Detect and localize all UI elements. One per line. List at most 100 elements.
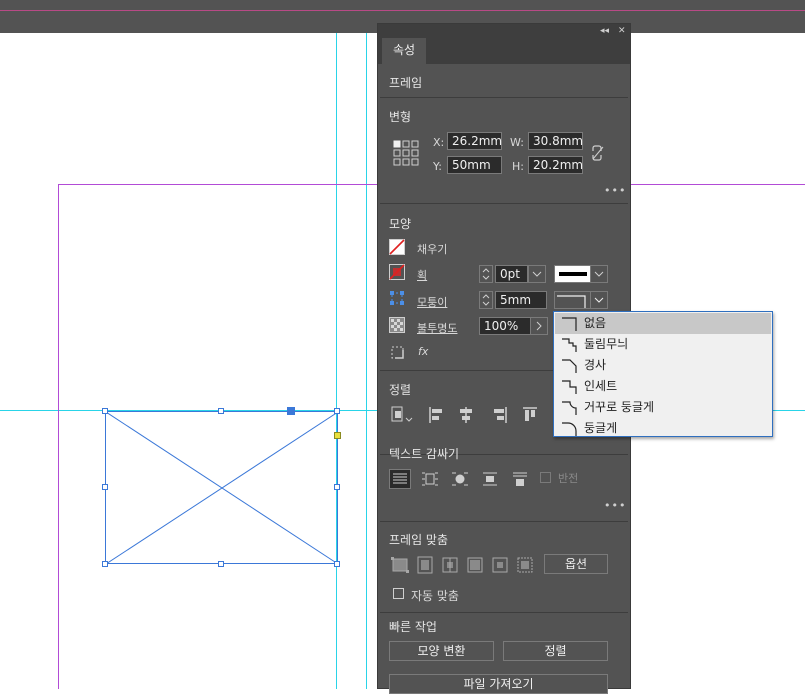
wrap-around-object-shape-icon[interactable] bbox=[451, 470, 469, 488]
panel-tab-bar: 속성 bbox=[378, 38, 630, 64]
corner-shape-field[interactable] bbox=[554, 291, 591, 309]
bleed-line bbox=[0, 10, 805, 11]
fill-swatch-icon[interactable] bbox=[389, 239, 405, 255]
invert-checkbox[interactable] bbox=[540, 472, 551, 483]
jump-object-icon[interactable] bbox=[481, 470, 499, 488]
section-divider bbox=[380, 612, 628, 613]
resize-handle-right[interactable] bbox=[334, 484, 340, 490]
fill-frame-proportionally-icon[interactable] bbox=[391, 556, 409, 574]
y-label: Y: bbox=[433, 160, 442, 173]
corner-inset-icon bbox=[562, 380, 577, 394]
menu-item-inset[interactable]: 인세트 bbox=[555, 376, 771, 397]
reference-point-icon[interactable] bbox=[393, 140, 419, 166]
more-transform-options[interactable]: ••• bbox=[604, 184, 626, 197]
resize-handle-top-left[interactable] bbox=[102, 408, 108, 414]
align-top-edges-icon[interactable] bbox=[522, 406, 538, 424]
jump-to-next-column-icon[interactable] bbox=[511, 470, 529, 488]
stroke-label[interactable]: 획 bbox=[417, 267, 427, 283]
corner-rounded-icon bbox=[562, 422, 577, 436]
content-grabber[interactable] bbox=[287, 407, 295, 415]
corner-bevel-icon bbox=[562, 359, 577, 373]
drop-shadow-icon[interactable] bbox=[391, 346, 405, 360]
margin-guide-top bbox=[58, 184, 378, 185]
resize-handle-bottom-left[interactable] bbox=[102, 561, 108, 567]
close-panel-icon[interactable]: ✕ bbox=[618, 24, 626, 38]
fit-content-proportionally-icon[interactable] bbox=[416, 556, 434, 574]
align-left-edges-icon[interactable] bbox=[428, 406, 444, 424]
menu-item-inverse-rounded[interactable]: 거꾸로 둥글게 bbox=[555, 397, 771, 418]
fill-label: 채우기 bbox=[417, 243, 448, 256]
transform-section-title: 변형 bbox=[389, 110, 412, 124]
convert-shape-button[interactable]: 모양 변환 bbox=[389, 641, 494, 661]
align-horizontal-centers-icon[interactable] bbox=[458, 406, 474, 424]
align-button[interactable]: 정렬 bbox=[503, 641, 608, 661]
w-label: W: bbox=[510, 136, 524, 149]
corner-size-field[interactable]: 5mm bbox=[495, 291, 547, 309]
opacity-icon bbox=[389, 317, 405, 333]
resize-handle-left[interactable] bbox=[102, 484, 108, 490]
fit-frame-to-content-icon[interactable] bbox=[441, 556, 459, 574]
stroke-weight-stepper[interactable] bbox=[479, 265, 493, 283]
menu-item-none[interactable]: 없음 bbox=[555, 313, 771, 334]
align-to-selection-icon[interactable] bbox=[391, 406, 413, 424]
opacity-field[interactable]: 100% bbox=[479, 317, 531, 335]
x-position-field[interactable]: 26.2mm bbox=[447, 132, 502, 150]
empty-frame-cross bbox=[106, 412, 339, 565]
corner-none-icon bbox=[562, 317, 577, 331]
collapse-panel-icon[interactable]: ◂◂ bbox=[600, 24, 609, 38]
corner-shape-menu: 없음 둘림무늬 경사 인세트 거꾸로 둥글게 둥글게 bbox=[553, 311, 773, 437]
object-type-label: 프레임 bbox=[389, 76, 423, 90]
section-divider bbox=[380, 203, 628, 204]
menu-item-fancy[interactable]: 둘림무늬 bbox=[555, 334, 771, 355]
column-guide[interactable] bbox=[336, 33, 337, 689]
corner-size-stepper[interactable] bbox=[479, 291, 493, 309]
corner-inverse-rounded-icon bbox=[562, 401, 577, 415]
stroke-weight-dropdown[interactable] bbox=[528, 265, 546, 283]
x-label: X: bbox=[433, 136, 445, 149]
tab-properties[interactable]: 속성 bbox=[382, 38, 426, 64]
corner-options-icon[interactable] bbox=[389, 290, 405, 306]
effects-icon[interactable]: fx bbox=[418, 345, 428, 358]
content-aware-fit-icon[interactable] bbox=[516, 556, 534, 574]
wrap-around-bounding-box-icon[interactable] bbox=[421, 470, 439, 488]
width-field[interactable]: 30.8mm bbox=[528, 132, 583, 150]
center-content-icon[interactable] bbox=[491, 556, 509, 574]
fit-content-to-frame-icon[interactable] bbox=[466, 556, 484, 574]
resize-handle-top[interactable] bbox=[218, 408, 224, 414]
corner-label[interactable]: 모퉁이 bbox=[417, 294, 447, 310]
menu-item-rounded[interactable]: 둥글게 bbox=[555, 418, 771, 439]
text-wrap-section-title: 텍스트 감싸기 bbox=[389, 447, 460, 461]
stroke-type-dropdown[interactable] bbox=[590, 265, 608, 283]
align-right-edges-icon[interactable] bbox=[492, 406, 508, 424]
more-text-wrap-options[interactable]: ••• bbox=[604, 499, 626, 512]
menu-item-bevel[interactable]: 경사 bbox=[555, 355, 771, 376]
quick-actions-section-title: 빠른 작업 bbox=[389, 620, 437, 634]
corner-shape-dropdown[interactable] bbox=[590, 291, 608, 309]
constrain-proportions-icon[interactable] bbox=[592, 145, 604, 161]
resize-handle-bottom-right[interactable] bbox=[334, 561, 340, 567]
frame-fitting-section-title: 프레임 맞춤 bbox=[389, 533, 449, 547]
stroke-weight-field[interactable]: 0pt bbox=[495, 265, 528, 283]
align-section-title: 정렬 bbox=[389, 383, 412, 397]
opacity-slider-toggle[interactable] bbox=[530, 317, 548, 335]
resize-handle-top-right[interactable] bbox=[334, 408, 340, 414]
column-guide[interactable] bbox=[366, 33, 367, 689]
margin-guide-top bbox=[631, 184, 805, 185]
auto-fit-label: 자동 맞춤 bbox=[411, 589, 459, 603]
height-field[interactable]: 20.2mm bbox=[528, 156, 583, 174]
import-file-button[interactable]: 파일 가져오기 bbox=[389, 674, 608, 694]
live-corner-widget[interactable] bbox=[334, 432, 341, 439]
panel-header: ◂◂ ✕ bbox=[378, 24, 630, 38]
auto-fit-checkbox[interactable] bbox=[393, 588, 404, 599]
invert-label: 반전 bbox=[558, 472, 579, 485]
opacity-label[interactable]: 불투명도 bbox=[417, 320, 457, 336]
graphic-frame[interactable] bbox=[105, 411, 339, 565]
appearance-section-title: 모양 bbox=[389, 217, 412, 231]
no-text-wrap-button[interactable] bbox=[389, 469, 411, 489]
y-position-field[interactable]: 50mm bbox=[447, 156, 502, 174]
resize-handle-bottom[interactable] bbox=[218, 561, 224, 567]
stroke-type-field[interactable] bbox=[554, 265, 591, 283]
h-label: H: bbox=[512, 160, 524, 173]
frame-fitting-options-button[interactable]: 옵션 bbox=[544, 554, 608, 574]
stroke-swatch-icon[interactable] bbox=[389, 264, 405, 280]
